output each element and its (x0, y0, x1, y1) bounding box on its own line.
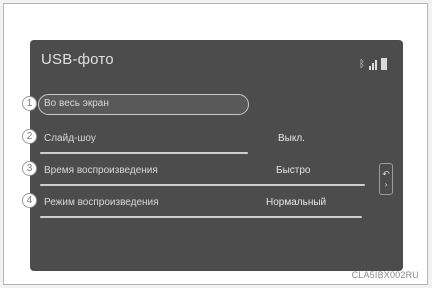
battery-icon (381, 58, 387, 70)
menu-item-label: Во весь экран (44, 98, 109, 109)
menu-item-label: Режим воспроизведения (44, 197, 159, 208)
callout-badge-2: 2 (22, 129, 37, 144)
row-divider (40, 152, 248, 154)
menu-item-value: Нормальный (266, 197, 327, 208)
back-arrow-icon: ↶ (382, 169, 390, 179)
menu-item-full-screen[interactable]: Во весь экран (30, 92, 403, 122)
illustration-frame: USB-фото ᛒ Во весь экран Слайд-шоу Выкл.… (3, 3, 428, 285)
menu-item-playback-mode[interactable]: Режим воспроизведения Нормальный (30, 190, 403, 220)
back-button[interactable]: ↶ › (379, 163, 393, 195)
row-divider (40, 216, 362, 218)
menu-item-value: Быстро (276, 165, 311, 176)
callout-badge-3: 3 (22, 161, 37, 176)
row-divider (40, 184, 365, 186)
signal-icon (369, 60, 377, 70)
menu-item-label: Слайд-шоу (44, 133, 96, 144)
chevron-right-icon: › (384, 180, 388, 189)
display-screen: USB-фото ᛒ Во весь экран Слайд-шоу Выкл.… (30, 40, 403, 271)
bluetooth-icon: ᛒ (359, 59, 365, 70)
status-bar: ᛒ (359, 56, 387, 70)
menu-item-playback-time[interactable]: Время воспроизведения Быстро (30, 158, 403, 188)
figure-code: CLA5IBX002RU (351, 270, 419, 280)
menu-item-slideshow[interactable]: Слайд-шоу Выкл. (30, 126, 403, 156)
callout-badge-1: 1 (22, 96, 37, 111)
menu-item-label: Время воспроизведения (44, 165, 158, 176)
callout-badge-4: 4 (22, 193, 37, 208)
screen-title: USB-фото (41, 51, 114, 68)
menu-item-value: Выкл. (278, 133, 305, 144)
